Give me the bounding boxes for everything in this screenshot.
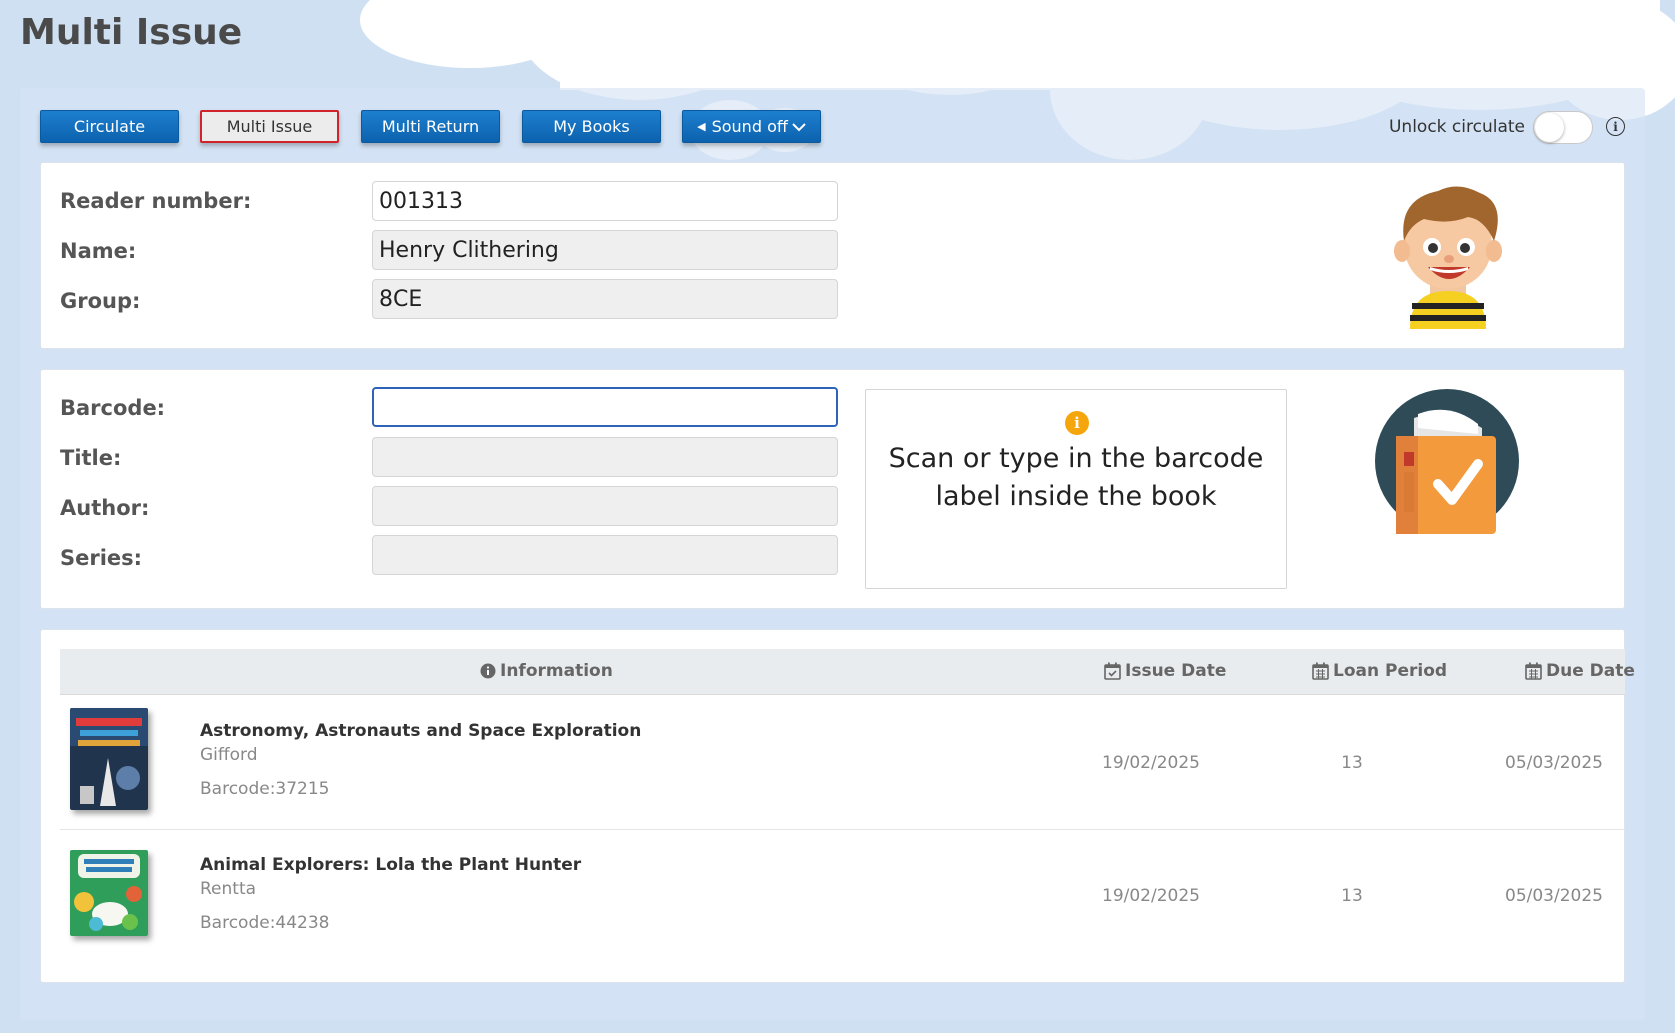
book-card: Barcode: Title: Author: Series: i Scan o… xyxy=(40,369,1625,609)
header-loan-period: Loan Period xyxy=(1312,661,1447,681)
multi-return-button[interactable]: Multi Return xyxy=(361,110,500,143)
book-barcode: Barcode:37215 xyxy=(200,779,330,799)
book-cover-image xyxy=(70,850,148,936)
title-label: Title: xyxy=(60,446,122,470)
table-row[interactable]: Animal Explorers: Lola the Plant Hunter … xyxy=(60,830,1625,964)
due-date: 05/03/2025 xyxy=(1505,886,1603,906)
main-panel: Circulate Multi Issue Multi Return My Bo… xyxy=(20,88,1645,1020)
reader-number-input[interactable] xyxy=(372,181,838,221)
name-label: Name: xyxy=(60,239,137,263)
series-field xyxy=(372,535,838,575)
due-date: 05/03/2025 xyxy=(1505,753,1603,773)
reader-number-label: Reader number: xyxy=(60,189,252,213)
circulate-label: Circulate xyxy=(73,117,146,136)
issue-date: 19/02/2025 xyxy=(1102,886,1200,906)
calendar-icon xyxy=(1525,662,1542,680)
toggle-knob xyxy=(1535,113,1564,142)
book-barcode: Barcode:44238 xyxy=(200,913,330,933)
sound-label: Sound off xyxy=(711,117,788,136)
multi-issue-button[interactable]: Multi Issue xyxy=(200,110,339,143)
series-label: Series: xyxy=(60,546,143,570)
multi-issue-label: Multi Issue xyxy=(226,117,313,136)
header-issue-date-label: Issue Date xyxy=(1125,661,1227,681)
scan-hint-text: Scan or type in the barcode label inside… xyxy=(888,443,1264,512)
multi-return-label: Multi Return xyxy=(381,117,480,136)
toolbar: Circulate Multi Issue Multi Return My Bo… xyxy=(40,110,1625,146)
header-due-date: Due Date xyxy=(1525,661,1635,681)
table-row[interactable]: Astronomy, Astronauts and Space Explorat… xyxy=(60,695,1625,830)
loan-period: 13 xyxy=(1341,753,1363,773)
header-loan-period-label: Loan Period xyxy=(1333,661,1448,681)
loans-card: Information Issue Date Loan Period Due D… xyxy=(40,629,1635,983)
book-author: Rentta xyxy=(200,879,257,899)
author-field xyxy=(372,486,838,526)
loans-table-header: Information Issue Date Loan Period Due D… xyxy=(60,649,1635,695)
issue-date: 19/02/2025 xyxy=(1102,753,1200,773)
calendar-icon xyxy=(1312,662,1329,680)
loan-period: 13 xyxy=(1341,886,1363,906)
speaker-icon: ◀ xyxy=(697,120,706,133)
info-icon xyxy=(480,663,496,679)
unlock-circulate-label: Unlock circulate xyxy=(1388,117,1525,137)
chevron-down-icon xyxy=(792,122,806,131)
name-field xyxy=(372,230,838,270)
header-due-date-label: Due Date xyxy=(1546,661,1635,681)
sound-toggle-button[interactable]: ◀ Sound off xyxy=(682,110,821,143)
author-label: Author: xyxy=(60,496,150,520)
info-icon: i xyxy=(1065,411,1089,435)
my-books-label: My Books xyxy=(553,117,630,136)
barcode-label: Barcode: xyxy=(60,396,166,420)
book-check-illustration xyxy=(1374,388,1520,534)
group-field xyxy=(372,279,838,319)
reader-avatar xyxy=(1388,179,1508,329)
page-title: Multi Issue xyxy=(20,12,243,53)
header-information-label: Information xyxy=(500,661,613,681)
group-label: Group: xyxy=(60,289,141,313)
reader-card: Reader number: Name: Group: xyxy=(40,162,1625,349)
boy-avatar-icon xyxy=(1394,186,1502,329)
barcode-input[interactable] xyxy=(372,387,838,427)
unlock-circulate-toggle[interactable] xyxy=(1533,111,1593,144)
book-check-icon xyxy=(1375,389,1519,534)
header-issue-date: Issue Date xyxy=(1104,661,1226,681)
scan-hint-box: i Scan or type in the barcode label insi… xyxy=(865,389,1287,589)
calendar-check-icon xyxy=(1104,662,1121,680)
info-icon[interactable]: i xyxy=(1606,117,1625,136)
book-author: Gifford xyxy=(200,745,258,765)
book-title: Animal Explorers: Lola the Plant Hunter xyxy=(200,855,582,875)
circulate-button[interactable]: Circulate xyxy=(40,110,179,143)
book-cover-image xyxy=(70,708,148,810)
header-information: Information xyxy=(480,661,613,681)
title-field xyxy=(372,437,838,477)
book-title: Astronomy, Astronauts and Space Explorat… xyxy=(200,721,642,741)
my-books-button[interactable]: My Books xyxy=(522,110,661,143)
